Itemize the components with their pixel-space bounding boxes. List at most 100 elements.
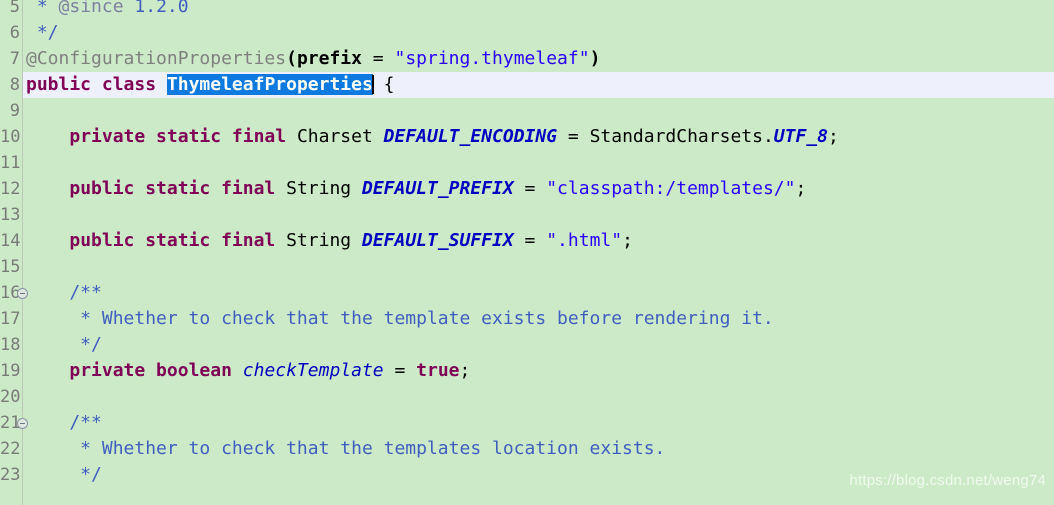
code-token: ; xyxy=(459,360,471,381)
line-number-label: 20 xyxy=(0,387,21,407)
code-line[interactable]: public static final String DEFAULT_PREFI… xyxy=(23,176,1054,202)
code-line[interactable] xyxy=(23,150,1054,176)
code-token: String xyxy=(286,178,352,199)
code-token: * Whether to check that the templates lo… xyxy=(26,438,666,459)
code-token: String xyxy=(286,230,352,251)
code-token: ; xyxy=(622,230,633,251)
code-line[interactable]: public class ThymeleafProperties { xyxy=(23,72,1054,98)
code-token: Charset xyxy=(296,126,373,147)
selected-text: ThymeleafProperties xyxy=(166,74,373,95)
code-token: ; xyxy=(827,126,839,147)
code-token: ".html" xyxy=(546,230,623,251)
line-number: 5 xyxy=(0,0,22,20)
code-line[interactable]: /** xyxy=(23,410,1054,436)
line-number-label: 9 xyxy=(9,101,20,121)
line-number-label: 6 xyxy=(9,23,20,43)
code-line[interactable]: */ xyxy=(23,20,1054,46)
code-token: DEFAULT_ENCODING xyxy=(383,126,558,147)
line-number: 14 xyxy=(0,228,22,254)
code-line[interactable] xyxy=(23,98,1054,124)
code-token: UTF_8 xyxy=(773,126,828,147)
code-token: /** xyxy=(26,412,102,433)
code-token: true xyxy=(416,360,460,381)
line-number: 7 xyxy=(0,46,22,72)
line-number: 11 xyxy=(0,150,22,176)
code-line[interactable]: private static final Charset DEFAULT_ENC… xyxy=(23,124,1054,150)
line-number-label: 14 xyxy=(0,231,21,251)
code-token: DEFAULT_SUFFIX xyxy=(361,230,514,251)
line-number: 13 xyxy=(0,202,22,228)
code-line[interactable] xyxy=(23,384,1054,410)
line-number-label: 7 xyxy=(9,49,20,69)
line-number-label: 10 xyxy=(0,127,21,147)
line-number: 15 xyxy=(0,254,22,280)
code-line[interactable]: */ xyxy=(23,462,1054,488)
code-token: checkTemplate xyxy=(242,360,384,381)
code-token: @ConfigurationProperties xyxy=(26,48,287,69)
code-token: */ xyxy=(26,464,102,485)
line-number: 18 xyxy=(0,332,22,358)
code-line[interactable]: private boolean checkTemplate = true; xyxy=(23,358,1054,384)
code-token: public static final xyxy=(69,230,276,251)
code-token: */ xyxy=(26,334,102,355)
code-line[interactable]: */ xyxy=(23,332,1054,358)
code-text-area[interactable]: * @since 1.2.0 */ @ConfigurationPropertie… xyxy=(23,0,1054,505)
code-token: "classpath:/templates/" xyxy=(546,178,796,199)
code-token: ) xyxy=(589,48,601,69)
line-number: 6 xyxy=(0,20,22,46)
code-token: ( xyxy=(286,48,297,69)
code-token: 1.2.0 xyxy=(134,0,189,17)
code-line[interactable]: /** xyxy=(23,280,1054,306)
code-token: private boolean xyxy=(69,360,232,381)
code-token: = xyxy=(361,48,395,69)
line-number: 9 xyxy=(0,98,22,124)
line-number-label: 18 xyxy=(0,335,21,355)
code-token: = xyxy=(383,360,417,381)
line-number-label: 23 xyxy=(0,465,21,485)
code-line[interactable]: @ConfigurationProperties(prefix = "sprin… xyxy=(23,46,1054,72)
code-line[interactable]: * @since 1.2.0 xyxy=(23,0,1054,20)
code-token: . xyxy=(762,126,774,147)
code-line[interactable] xyxy=(23,202,1054,228)
line-number: 23 xyxy=(0,462,22,488)
code-token: = xyxy=(557,126,590,147)
line-number-label: 15 xyxy=(0,257,21,277)
code-line[interactable] xyxy=(23,254,1054,280)
code-token: ; xyxy=(795,178,807,199)
code-token: /** xyxy=(26,282,102,303)
code-token: public xyxy=(26,74,92,95)
line-number: 12 xyxy=(0,176,22,202)
line-number-label: 11 xyxy=(0,153,21,173)
collapse-minus-circle-icon[interactable] xyxy=(17,288,28,299)
line-number: 17 xyxy=(0,306,22,332)
line-number-gutter[interactable]: 5 6 7 8 9 10 11 12 13 14 15 16 17 18 19 20 21 22 23 xyxy=(0,0,23,505)
code-token: */ xyxy=(26,22,59,43)
code-token: StandardCharsets xyxy=(589,126,763,147)
code-line[interactable]: * Whether to check that the template exi… xyxy=(23,306,1054,332)
line-number-label: 8 xyxy=(9,75,20,95)
code-token: private static final xyxy=(69,126,287,147)
line-number-label: 22 xyxy=(0,439,21,459)
line-number: 22 xyxy=(0,436,22,462)
line-number: 10 xyxy=(0,124,22,150)
collapse-minus-circle-icon[interactable] xyxy=(17,418,28,429)
code-token: { xyxy=(372,74,395,95)
code-token: "spring.thymeleaf" xyxy=(394,48,590,69)
code-token: @since xyxy=(58,0,124,17)
code-line[interactable]: * Whether to check that the templates lo… xyxy=(23,436,1054,462)
code-editor[interactable]: 5 6 7 8 9 10 11 12 13 14 15 16 17 18 19 20 21 22 23 * @sin… xyxy=(0,0,1054,505)
code-line[interactable]: public static final String DEFAULT_SUFFI… xyxy=(23,228,1054,254)
line-number: 8 xyxy=(0,72,22,98)
